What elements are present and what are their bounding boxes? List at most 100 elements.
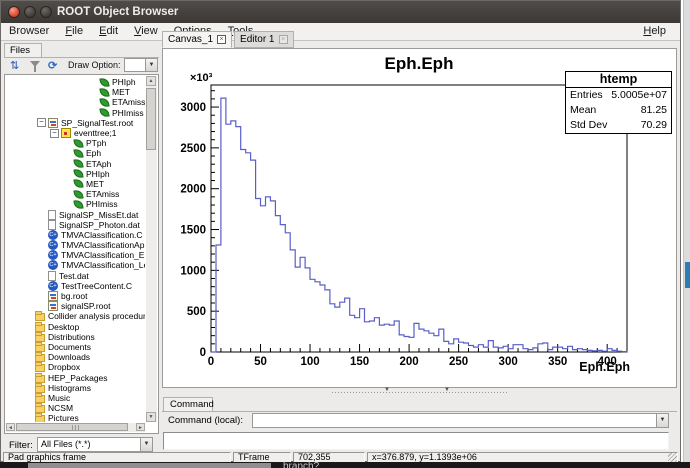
title-bar[interactable]: ROOT Object Browser bbox=[1, 1, 680, 23]
tab-editor-1[interactable]: Editor 1 × bbox=[234, 31, 294, 48]
scroll-right-icon[interactable]: ► bbox=[136, 423, 145, 431]
tree-item[interactable]: − eventtree;1 bbox=[50, 128, 145, 139]
tree-item[interactable]: SignalSP_Photon.dat bbox=[37, 219, 145, 230]
svg-text:1000: 1000 bbox=[180, 265, 206, 277]
tree-item[interactable]: Music bbox=[24, 392, 145, 403]
tree-item[interactable]: signalSP.root bbox=[37, 301, 145, 312]
command-output[interactable] bbox=[163, 432, 669, 450]
menu-bar: BrowserFileEditViewOptionsToolsHelp bbox=[1, 23, 680, 41]
collapse-down-icon[interactable]: ▼ bbox=[444, 387, 450, 393]
filter-combobox[interactable]: All Files (*.*) ▼ bbox=[37, 437, 153, 452]
document-icon bbox=[48, 270, 56, 281]
tree-hscroll-thumb[interactable] bbox=[16, 423, 128, 431]
folder-icon bbox=[35, 382, 45, 393]
close-icon[interactable]: × bbox=[217, 35, 227, 44]
tree-item[interactable]: TestTreeContent.C bbox=[37, 280, 145, 291]
menu-file[interactable]: File bbox=[57, 23, 91, 40]
menu-view[interactable]: View bbox=[126, 23, 166, 40]
tree-vertical-scrollbar[interactable]: ▲ ▼ bbox=[146, 76, 157, 422]
tree-item[interactable]: Documents bbox=[24, 341, 145, 352]
tree-item-label: Test.dat bbox=[59, 270, 89, 281]
tree-item-label: Dropbox bbox=[48, 362, 81, 373]
tree-item[interactable]: − SP_SignalTest.root bbox=[37, 117, 145, 128]
tree-item-label: Histograms bbox=[48, 382, 91, 393]
tree-item[interactable]: Dropbox bbox=[24, 362, 145, 373]
horizontal-splitter[interactable]: ▼ ▼ bbox=[162, 387, 677, 396]
chevron-down-icon[interactable]: ▼ bbox=[145, 59, 157, 71]
y-axis-multiplier: ×10³ bbox=[190, 72, 213, 84]
filter-icon[interactable] bbox=[30, 61, 40, 72]
window-close-button[interactable] bbox=[8, 6, 20, 18]
x-axis-label: Eph.Eph bbox=[579, 360, 630, 374]
tree-item[interactable]: Desktop bbox=[24, 321, 145, 332]
tab-canvas-1[interactable]: Canvas_1 × bbox=[162, 31, 233, 48]
tree-item-label: SignalSP_Photon.dat bbox=[59, 219, 140, 230]
menu-help[interactable]: Help bbox=[635, 23, 674, 40]
tree-item[interactable]: Histograms bbox=[24, 382, 145, 393]
leaf-icon bbox=[73, 138, 84, 149]
refresh-icon[interactable]: ⟳ bbox=[48, 59, 57, 72]
canvas-pad[interactable]: 0 50 100 150 200 250 300 350 400 0 500 1000 1500 2000… bbox=[162, 48, 677, 388]
tree-item-label: TMVAClassification.C bbox=[61, 229, 143, 240]
tree-item[interactable]: TMVAClassification_EFT2.C bbox=[37, 250, 145, 261]
tree-item-label: TestTreeContent.C bbox=[61, 280, 133, 291]
menu-browser[interactable]: Browser bbox=[1, 23, 57, 40]
resize-grip[interactable] bbox=[668, 453, 677, 462]
command-input[interactable]: ▼ bbox=[252, 413, 669, 428]
page-scrollbar-thumb[interactable] bbox=[685, 262, 690, 288]
scroll-up-icon[interactable]: ▲ bbox=[146, 76, 156, 86]
page-scrollbar[interactable] bbox=[683, 0, 690, 468]
chevron-down-icon[interactable]: ▼ bbox=[140, 438, 152, 451]
stats-box[interactable]: htemp Entries 5.0005e+07 Mean 81.25 Std De… bbox=[565, 71, 672, 134]
scroll-down-icon[interactable]: ▼ bbox=[146, 412, 156, 422]
tree-item[interactable]: PHImiss bbox=[89, 107, 145, 118]
tree-item[interactable]: TMVAClassification.C bbox=[37, 229, 145, 240]
scroll-left-icon[interactable]: ◄ bbox=[6, 423, 15, 431]
document-icon bbox=[48, 209, 56, 220]
tree-item[interactable]: ETAmiss bbox=[89, 97, 145, 108]
tree-item[interactable]: ETAmiss bbox=[63, 189, 145, 200]
leaf-icon bbox=[73, 158, 84, 169]
folder-icon bbox=[35, 392, 45, 403]
tree-item[interactable]: TMVAClassificationApplicati bbox=[37, 240, 145, 251]
chevron-down-icon[interactable]: ▼ bbox=[656, 414, 668, 427]
ttree-icon bbox=[61, 128, 71, 139]
tree-item[interactable]: bg.root bbox=[37, 291, 145, 302]
tree-horizontal-scrollbar[interactable]: ◄ ► bbox=[6, 423, 145, 432]
tree-item[interactable]: NCSM bbox=[24, 403, 145, 414]
collapse-expander-icon[interactable]: − bbox=[50, 128, 59, 138]
tree-item[interactable]: Distributions bbox=[24, 331, 145, 342]
window-minimize-button[interactable] bbox=[24, 6, 36, 18]
draw-option-combobox[interactable]: ▼ bbox=[124, 58, 158, 72]
tree-item[interactable]: PHIph bbox=[89, 77, 145, 88]
collapse-down-icon[interactable]: ▼ bbox=[384, 387, 390, 393]
tree-item[interactable]: TMVAClassification_Leptop bbox=[37, 260, 145, 271]
tree-vscroll-thumb[interactable] bbox=[146, 88, 156, 150]
tree-item[interactable]: Collider analysis procedures bbox=[24, 311, 145, 322]
sort-icon[interactable]: ⇅ bbox=[10, 59, 19, 72]
collapse-expander-icon[interactable]: − bbox=[37, 118, 46, 128]
tree-item[interactable]: Pictures bbox=[24, 413, 145, 422]
tree-item[interactable]: PHIph bbox=[63, 168, 145, 179]
tree-item[interactable]: ETAph bbox=[63, 158, 145, 169]
tree-item[interactable]: SignalSP_MissEt.dat bbox=[37, 209, 145, 220]
tree-item[interactable]: Downloads bbox=[24, 352, 145, 363]
tab-files[interactable]: Files bbox=[4, 43, 42, 58]
tree-item[interactable]: Test.dat bbox=[37, 270, 145, 281]
tree-item[interactable]: MET bbox=[63, 178, 145, 190]
menu-edit[interactable]: Edit bbox=[91, 23, 126, 40]
tree-item[interactable]: PTph bbox=[63, 138, 145, 149]
tree-item[interactable]: PHImiss bbox=[63, 199, 145, 210]
folder-icon bbox=[35, 413, 45, 422]
tab-command[interactable]: Command bbox=[163, 397, 214, 411]
tree-item[interactable]: Eph bbox=[63, 148, 145, 159]
close-icon[interactable]: × bbox=[278, 35, 288, 44]
tree-item[interactable]: HEP_Packages bbox=[24, 372, 145, 383]
window-maximize-button[interactable] bbox=[40, 6, 52, 18]
tree-item[interactable]: MET bbox=[89, 87, 145, 98]
